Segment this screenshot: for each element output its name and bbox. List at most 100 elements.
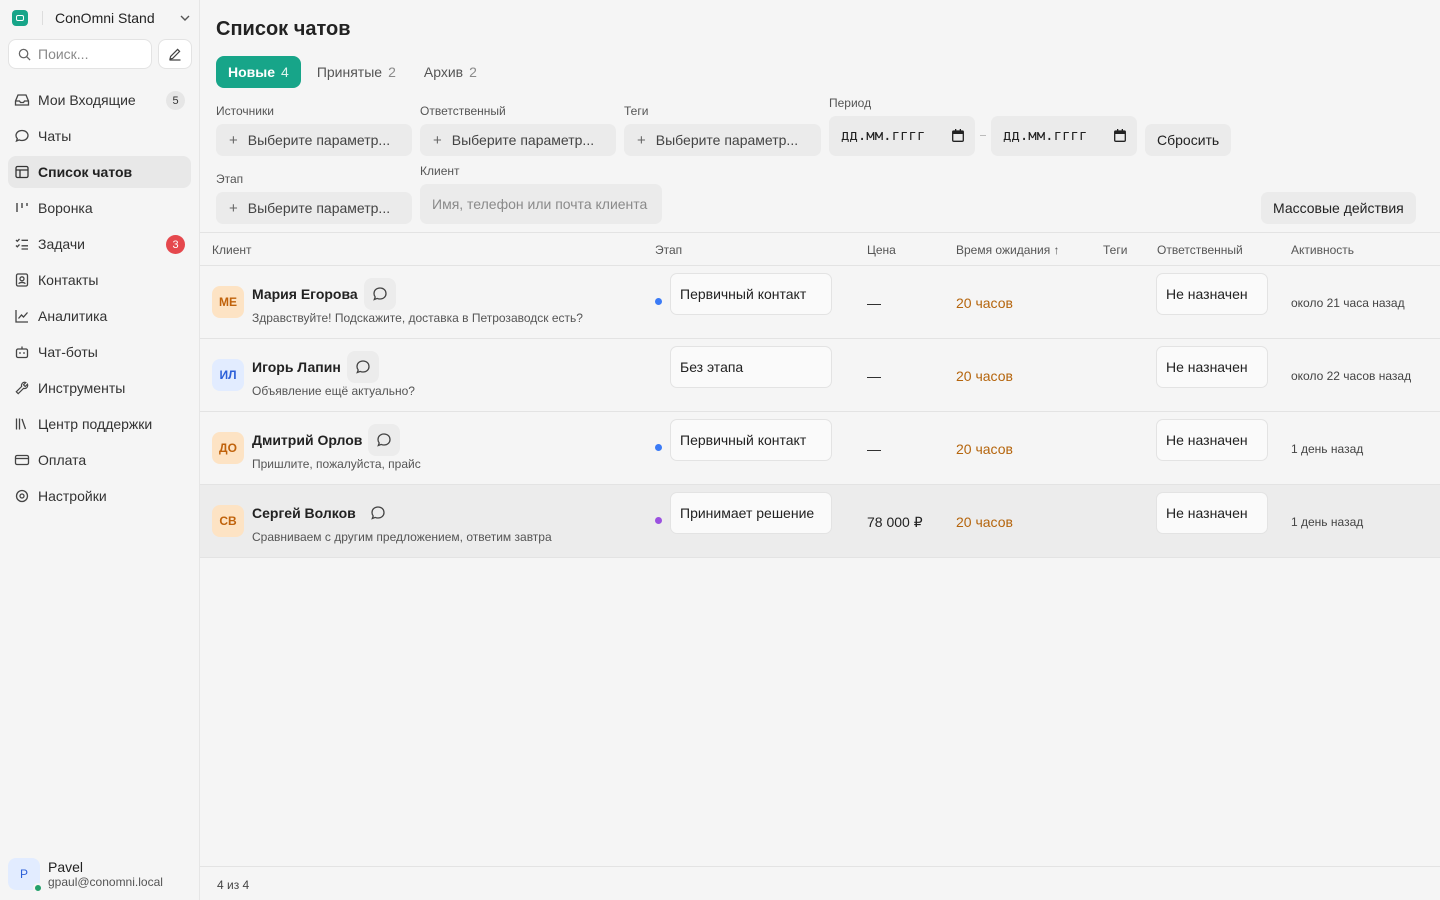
search-input[interactable]: Поиск... — [8, 39, 152, 69]
stage-color-dot — [655, 298, 662, 305]
sidebar-item-table[interactable]: Список чатов — [8, 156, 191, 188]
client-name[interactable]: Игорь Лапин — [252, 359, 341, 375]
responsible-select[interactable]: Не назначен — [1156, 419, 1268, 461]
sidebar-item-contacts[interactable]: Контакты — [8, 264, 191, 296]
table-row[interactable]: МЕ Мария Егорова Здравствуйте! Подскажите,… — [200, 266, 1440, 339]
stage-select[interactable]: Без этапа — [670, 346, 832, 388]
tabs: Новые 4 Принятые 2 Архив 2 — [216, 56, 493, 88]
date-to-value: дд.мм.гггг — [1003, 128, 1088, 144]
date-from-value: дд.мм.гггг — [841, 128, 926, 144]
sources-placeholder: Выберите параметр... — [247, 132, 391, 148]
chat-icon — [15, 129, 29, 143]
sidebar-item-tasks[interactable]: Задачи 3 — [8, 228, 191, 260]
activity-value: около 21 часа назад — [1291, 296, 1405, 310]
sources-filter[interactable]: + Выберите параметр... — [216, 124, 412, 156]
sidebar-item-label: Контакты — [38, 272, 99, 288]
sidebar-item-label: Чат-боты — [38, 344, 98, 360]
sidebar-item-analytics[interactable]: Аналитика — [8, 300, 191, 332]
user-profile[interactable]: P Pavel gpaul@conomni.local — [8, 856, 191, 893]
wrench-icon — [15, 381, 29, 395]
stage-color-dot — [655, 517, 662, 524]
settings-icon — [15, 489, 29, 503]
sidebar-item-settings[interactable]: Настройки — [8, 480, 191, 512]
search-icon — [18, 48, 31, 61]
column-price[interactable]: Цена — [867, 243, 896, 257]
bot-icon — [15, 346, 29, 359]
sidebar-item-label: Список чатов — [38, 164, 133, 180]
avatar: СВ — [212, 505, 244, 537]
tab-new[interactable]: Новые 4 — [216, 56, 301, 88]
column-responsible[interactable]: Ответственный — [1157, 243, 1243, 257]
responsible-select[interactable]: Не назначен — [1156, 346, 1268, 388]
price-value: — — [867, 441, 881, 457]
responsible-placeholder: Выберите параметр... — [451, 132, 595, 148]
stage-select[interactable]: Принимает решение — [670, 492, 832, 534]
sidebar-item-inbox[interactable]: Мои Входящие 5 — [8, 84, 191, 116]
client-search-input[interactable]: Имя, телефон или почта клиента — [420, 184, 662, 224]
sidebar-item-label: Чаты — [38, 128, 72, 144]
date-from-input[interactable]: дд.мм.гггг — [829, 116, 975, 156]
column-wait-time[interactable]: Время ожидания ↑ — [956, 243, 1060, 257]
stage-label: Этап — [216, 172, 244, 186]
stage-filter[interactable]: + Выберите параметр... — [216, 192, 412, 224]
chat-icon[interactable] — [364, 278, 396, 310]
funnel-icon — [16, 203, 28, 212]
tags-filter[interactable]: + Выберите параметр... — [624, 124, 821, 156]
sidebar-item-library[interactable]: Центр поддержки — [8, 408, 191, 440]
pencil-icon — [169, 48, 181, 61]
responsible-filter[interactable]: + Выберите параметр... — [420, 124, 616, 156]
table-row[interactable]: ДО Дмитрий Орлов Пришлите, пожалуйста, пра… — [200, 412, 1440, 485]
tasks-icon — [15, 238, 28, 250]
avatar: P — [8, 858, 43, 893]
column-client[interactable]: Клиент — [212, 243, 252, 257]
sidebar-item-wrench[interactable]: Инструменты — [8, 372, 191, 404]
responsible-select[interactable]: Не назначен — [1156, 492, 1268, 534]
table-footer: 4 из 4 — [200, 866, 1440, 900]
price-value: 78 000 ₽ — [867, 514, 923, 530]
price-value: — — [867, 295, 881, 311]
table-row[interactable]: ИЛ Игорь Лапин Объявление ещё актуально? Бе… — [200, 339, 1440, 412]
client-name[interactable]: Мария Егорова — [252, 286, 358, 302]
tab-archive[interactable]: Архив 2 — [412, 56, 489, 88]
wait-time-value: 20 часов — [956, 514, 1013, 530]
workspace-switcher[interactable]: ConOmni Stand — [12, 8, 190, 28]
responsible-select[interactable]: Не назначен — [1156, 273, 1268, 315]
mass-actions-button[interactable]: Массовые действия — [1261, 192, 1416, 224]
calendar-icon[interactable] — [1114, 129, 1126, 142]
chat-icon[interactable] — [362, 497, 394, 529]
table-row[interactable]: СВ Сергей Волков Сравниваем с другим предл… — [200, 485, 1440, 558]
sidebar-item-label: Воронка — [38, 200, 93, 216]
stage-select[interactable]: Первичный контакт — [670, 273, 832, 315]
plus-icon: + — [637, 131, 646, 149]
sidebar-item-label: Аналитика — [38, 308, 108, 324]
date-to-input[interactable]: дд.мм.гггг — [991, 116, 1137, 156]
client-name[interactable]: Дмитрий Орлов — [252, 432, 362, 448]
stage-select[interactable]: Первичный контакт — [670, 419, 832, 461]
inbox-icon — [14, 94, 30, 106]
sidebar-item-card[interactable]: Оплата — [8, 444, 191, 476]
tags-label: Теги — [624, 104, 649, 118]
library-icon — [15, 418, 27, 430]
client-name[interactable]: Сергей Волков — [252, 505, 356, 521]
column-stage[interactable]: Этап — [655, 243, 682, 257]
card-icon — [14, 454, 30, 466]
main-content: Список чатов Новые 4 Принятые 2 Архив 2 Источ… — [200, 0, 1440, 900]
tab-label: Принятые — [316, 64, 383, 80]
user-email: gpaul@conomni.local — [48, 874, 163, 889]
chat-icon[interactable] — [347, 351, 379, 383]
activity-value: 1 день назад — [1291, 442, 1364, 456]
plus-icon: + — [229, 131, 238, 149]
compose-button[interactable] — [158, 39, 192, 69]
tab-count: 4 — [281, 64, 289, 80]
chat-icon[interactable] — [368, 424, 400, 456]
reset-filters-button[interactable]: Сбросить — [1145, 124, 1232, 156]
sidebar-item-bot[interactable]: Чат-боты — [8, 336, 191, 368]
plus-icon: + — [433, 131, 442, 149]
date-range-separator — [980, 135, 986, 136]
tab-accepted[interactable]: Принятые 2 — [305, 56, 408, 88]
column-tags[interactable]: Теги — [1103, 243, 1127, 257]
column-activity[interactable]: Активность — [1291, 243, 1354, 257]
calendar-icon[interactable] — [952, 129, 964, 142]
sidebar-item-funnel[interactable]: Воронка — [8, 192, 191, 224]
sidebar-item-chat[interactable]: Чаты — [8, 120, 191, 152]
